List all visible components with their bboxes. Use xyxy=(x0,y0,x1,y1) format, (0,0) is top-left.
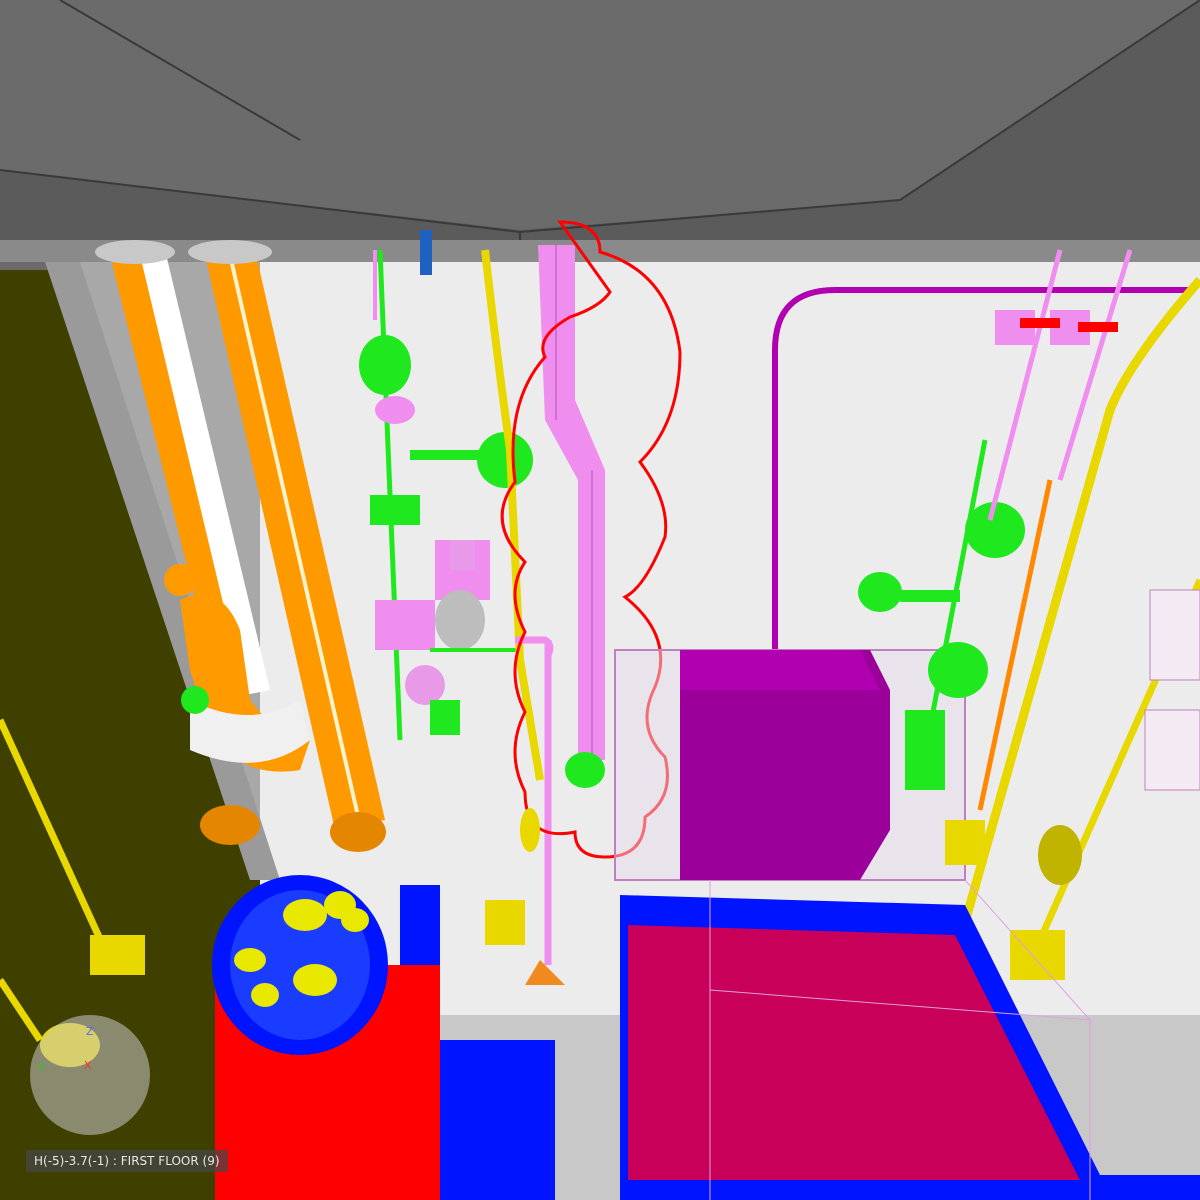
model-scene[interactable] xyxy=(0,0,1200,1200)
yellow-device-right-box xyxy=(1010,930,1065,980)
blue-valve xyxy=(420,230,432,275)
3d-viewport[interactable]: Z X Y H(-5)-3.7(-1) : FIRST FLOOR (9) xyxy=(0,0,1200,1200)
yellow-device-right-box-2 xyxy=(945,820,985,865)
yellow-device-left xyxy=(90,935,145,975)
z-axis-label: Z xyxy=(86,1025,94,1038)
purple-cabinet xyxy=(680,650,890,880)
location-status-bar: H(-5)-3.7(-1) : FIRST FLOOR (9) xyxy=(26,1150,228,1172)
x-axis-label: X xyxy=(84,1059,92,1072)
wall-box xyxy=(1149,589,1200,681)
navigation-wheel[interactable]: Z X Y xyxy=(30,1015,150,1135)
y-axis-label: Y xyxy=(38,1061,45,1074)
wall-box xyxy=(1144,709,1200,791)
yellow-device-right xyxy=(1038,825,1082,885)
